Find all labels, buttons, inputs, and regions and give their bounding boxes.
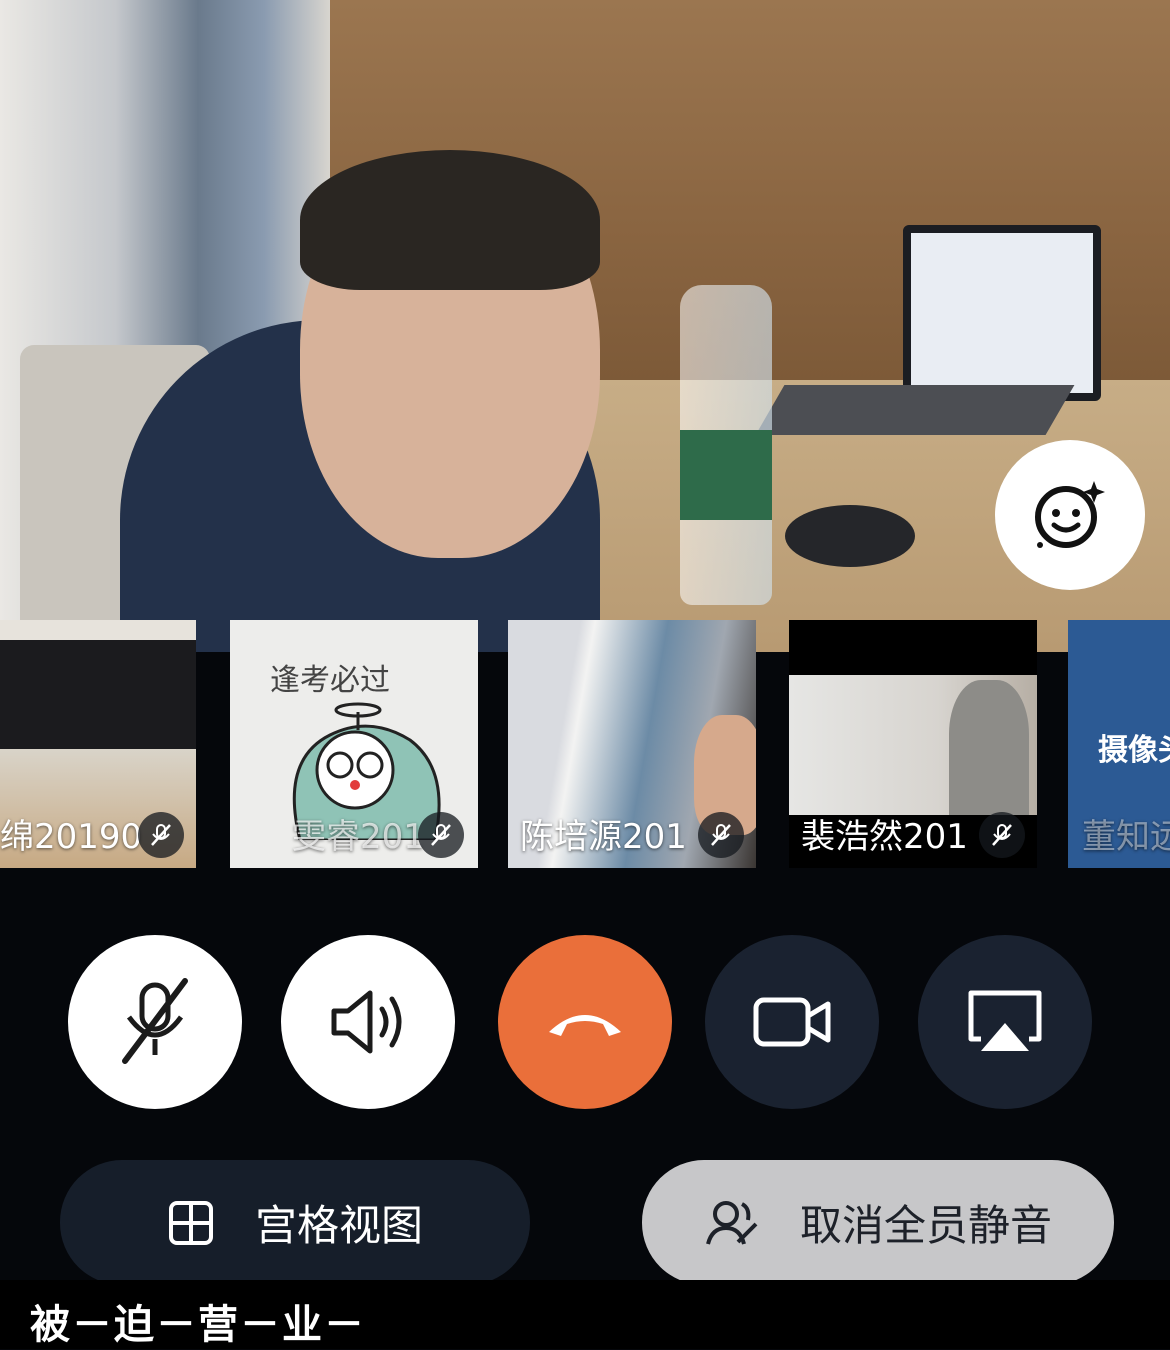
beauty-filter-button[interactable]: [995, 440, 1145, 590]
mic-toggle-button[interactable]: [68, 935, 242, 1109]
screen-share-button[interactable]: [918, 935, 1092, 1109]
background-mouse: [785, 505, 915, 567]
mic-off-icon: [122, 978, 188, 1064]
participant-thumb-2[interactable]: 逢考必过 雯睿201: [230, 620, 478, 868]
unmute-all-label: 取消全员静音: [799, 1201, 1052, 1250]
participant-thumb-1[interactable]: 绵20190: [0, 620, 196, 868]
participant-name: 绵20190: [0, 817, 143, 857]
hang-up-button[interactable]: [498, 935, 672, 1109]
speaker-icon: [331, 990, 402, 1054]
mic-off-icon: [418, 812, 464, 858]
background-laptop-screen: [903, 225, 1101, 401]
hang-up-icon: [549, 1015, 621, 1036]
participant-thumb-4[interactable]: 裴浩然201: [789, 620, 1037, 868]
mic-off-icon: [979, 812, 1025, 858]
background-bottle-label: [680, 430, 772, 520]
unmute-all-button[interactable]: 取消全员静音: [642, 1160, 1114, 1285]
participant-name: 董知远: [1082, 817, 1170, 857]
video-camera-icon: [753, 997, 831, 1047]
mic-off-icon: [698, 812, 744, 858]
camera-off-label: 摄像头: [1098, 733, 1170, 768]
participant-thumb-3[interactable]: 陈培源201: [508, 620, 756, 868]
participant-name: 陈培源201: [520, 817, 687, 857]
participant-thumb-5[interactable]: 摄像头 董知远: [1068, 620, 1170, 868]
people-unmute-icon: [706, 1200, 758, 1245]
grid-view-button[interactable]: 宫格视图: [60, 1160, 530, 1285]
grid-icon: [168, 1200, 213, 1245]
participant-figure: [949, 680, 1029, 815]
svg-text:逢考必过: 逢考必过: [270, 663, 390, 698]
camera-toggle-button[interactable]: [705, 935, 879, 1109]
screen-share-icon: [968, 990, 1042, 1051]
speaker-button[interactable]: [281, 935, 455, 1109]
caption-text: 被－迫－营－业－: [30, 1302, 366, 1348]
mic-off-icon: [138, 812, 184, 858]
participant-name: 裴浩然201: [801, 817, 968, 857]
participant-strip[interactable]: 绵20190 逢考必过 雯睿201 陈培源201 裴浩然201 摄像 董知远: [0, 620, 1170, 868]
main-video[interactable]: [0, 0, 1170, 652]
participant-name: 雯睿201: [292, 817, 425, 857]
participant-hair: [300, 150, 600, 290]
face-sparkle-icon: [1035, 481, 1105, 548]
background-laptop-base: [755, 385, 1075, 435]
grid-view-label: 宫格视图: [254, 1201, 423, 1250]
